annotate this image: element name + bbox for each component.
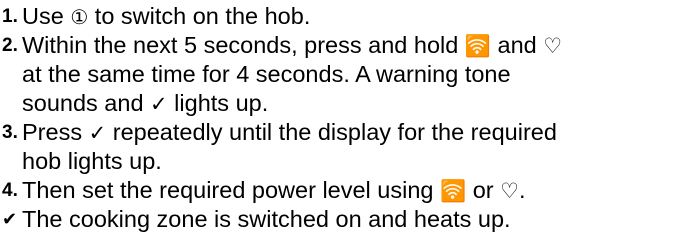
step-text: lights up. — [167, 90, 269, 116]
decrease-icon: ♡ — [500, 179, 519, 203]
step-text: sounds and — [22, 90, 151, 116]
result-text: The cooking zone is switched on and heat… — [22, 206, 511, 232]
result-line: ✔ The cooking zone is switched on and he… — [0, 205, 697, 234]
step-text: to switch on the hob. — [88, 3, 311, 29]
instruction-document: 1. Use ① to switch on the hob. 2. Within… — [0, 0, 697, 246]
step-text: hob lights up. — [22, 148, 162, 174]
step-text: . — [518, 177, 526, 203]
step-text: repeatedly until the display for the req… — [106, 119, 557, 145]
confirm-icon: ✓ — [150, 92, 168, 116]
confirm-icon: ✓ — [88, 121, 107, 145]
step-list: 1. Use ① to switch on the hob. 2. Within… — [0, 2, 697, 234]
step-text: Within the next 5 seconds, press and hol… — [22, 32, 465, 58]
step-number: 2. — [2, 35, 18, 56]
step-4: 4. Then set the required power level usi… — [0, 176, 697, 205]
step-text: Use — [22, 3, 71, 29]
step-text: Press — [22, 119, 89, 145]
step-3: 3. Press ✓ repeatedly until the display … — [0, 118, 697, 176]
increase-icon: 🛜 — [440, 179, 467, 203]
step-2: 2. Within the next 5 seconds, press and … — [0, 31, 697, 118]
result-check-icon: ✔ — [2, 209, 18, 230]
step-text: at the same time for 4 seconds. A warnin… — [22, 61, 511, 87]
step-text: Then set the required power level using — [22, 177, 441, 203]
step-number: 1. — [2, 6, 18, 27]
step-text: or — [466, 177, 501, 203]
step-1: 1. Use ① to switch on the hob. — [0, 2, 697, 31]
increase-icon: 🛜 — [464, 34, 491, 58]
step-text: and — [491, 32, 544, 58]
step-number: 3. — [2, 122, 18, 143]
step-number: 4. — [2, 180, 18, 201]
power-icon: ① — [70, 5, 89, 29]
decrease-icon: ♡ — [543, 34, 563, 58]
